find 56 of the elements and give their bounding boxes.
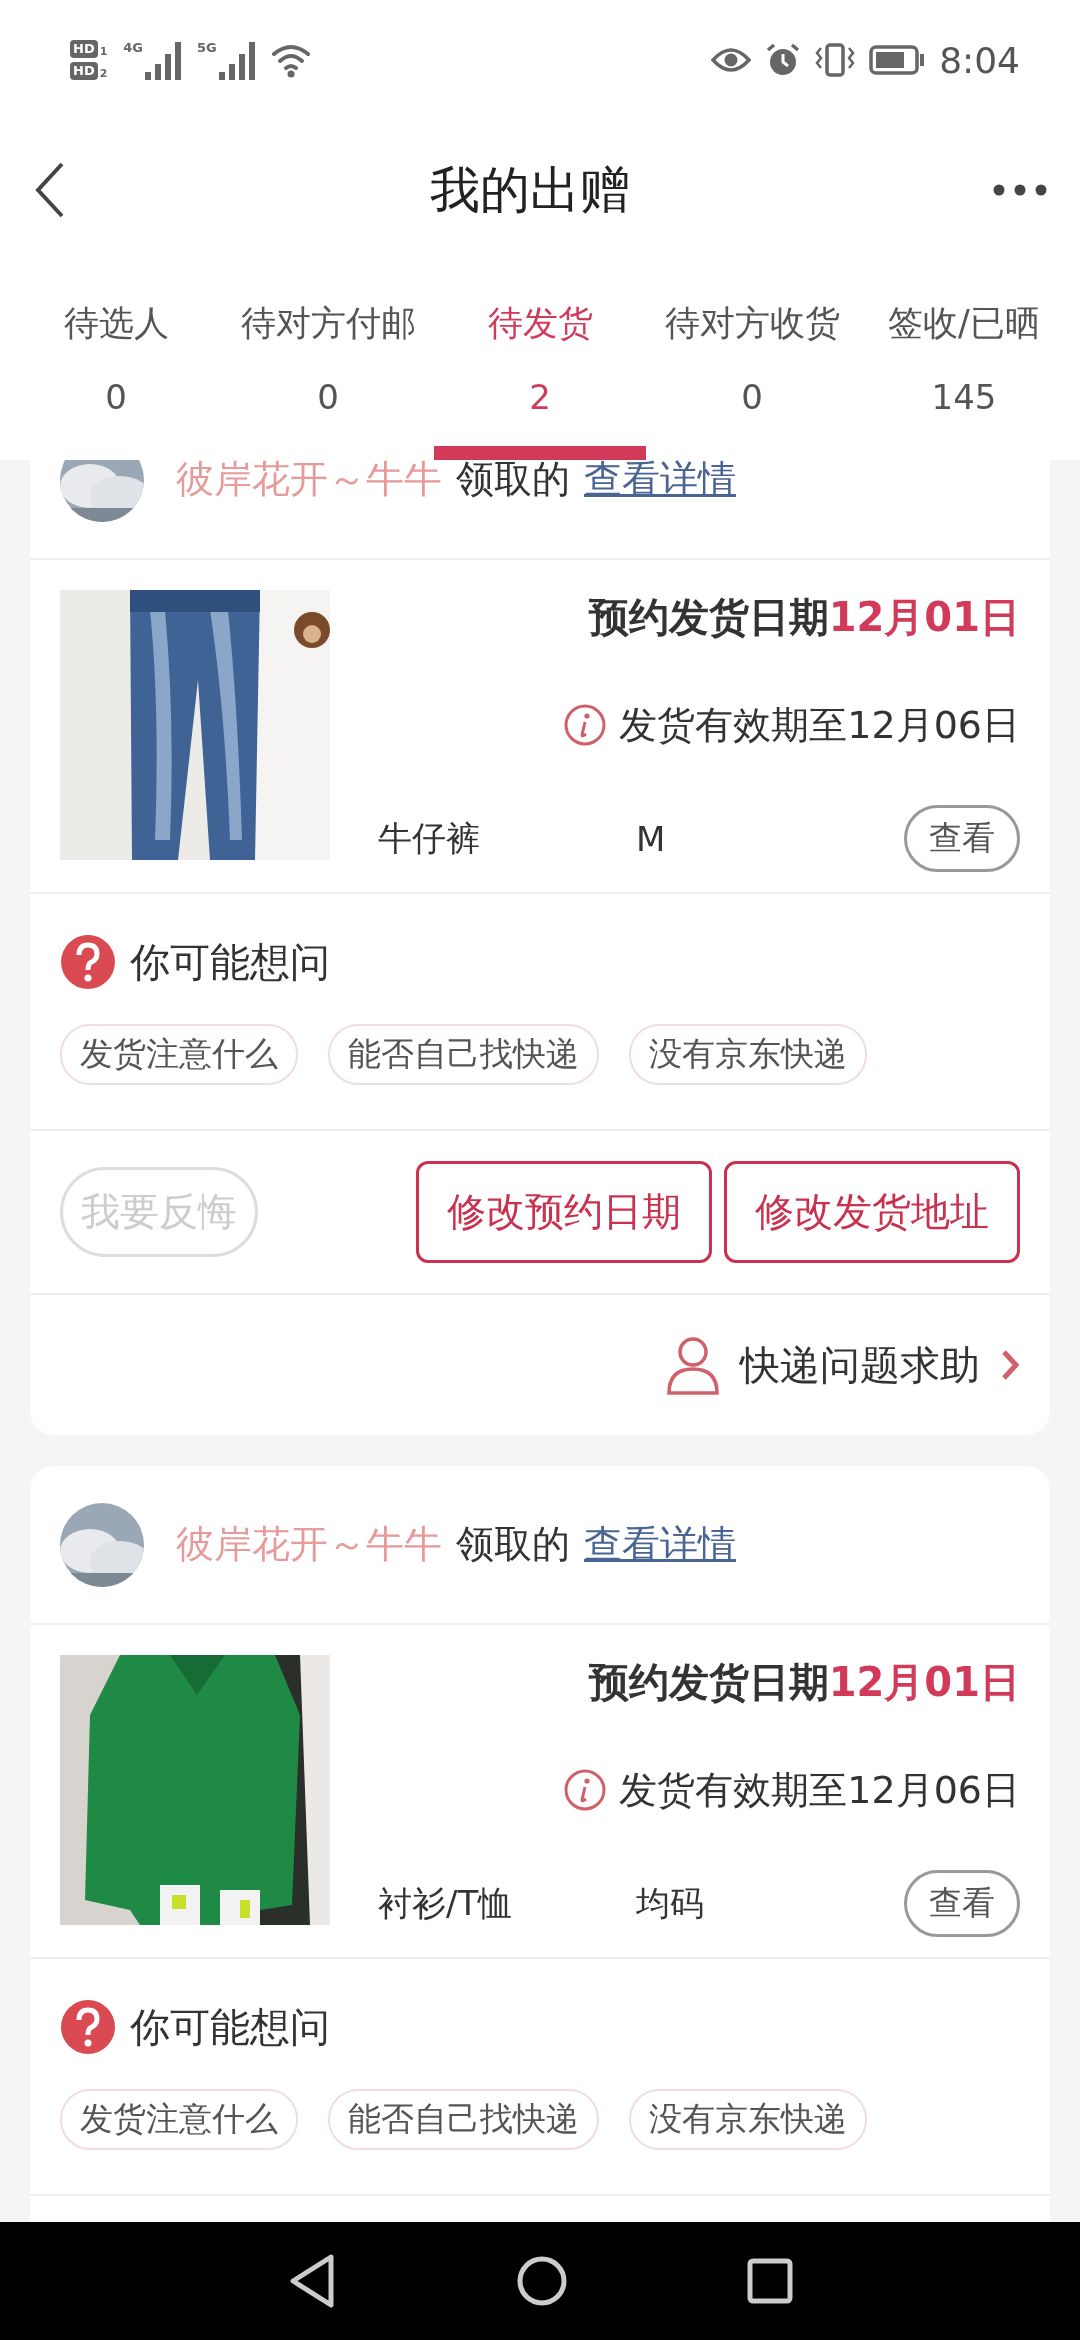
- eye-icon: [711, 46, 752, 74]
- back-nav-icon[interactable]: [287, 2253, 337, 2309]
- claimed-label: 领取的: [456, 1521, 570, 1568]
- info-icon: [563, 703, 608, 747]
- view-button[interactable]: 查看: [904, 1870, 1020, 1937]
- home-nav-icon[interactable]: [517, 2256, 567, 2306]
- wifi-icon: [270, 42, 311, 78]
- status-tab[interactable]: 待对方付邮 0: [222, 260, 434, 460]
- item-size: 均码: [636, 1881, 705, 1925]
- avatar-icon: [60, 460, 144, 522]
- question-chip[interactable]: 发货注意什么: [60, 1024, 298, 1085]
- item-size: M: [636, 818, 667, 859]
- sim-slot: 1: [99, 45, 108, 58]
- sim-slot: 2: [99, 67, 108, 80]
- status-tab[interactable]: 签收/已晒 145: [858, 260, 1070, 460]
- vibrate-icon: [815, 42, 856, 78]
- network-label: 4G: [123, 40, 144, 55]
- alarm-icon: [765, 42, 802, 78]
- hd-badge: HD: [70, 40, 98, 58]
- page-title: 我的出赠: [430, 159, 630, 221]
- question-chip[interactable]: 没有京东快递: [629, 2089, 867, 2150]
- details-link[interactable]: 查看详情: [584, 1519, 736, 1570]
- recents-nav-icon[interactable]: [747, 2258, 793, 2304]
- view-button[interactable]: 查看: [904, 805, 1020, 872]
- status-tab[interactable]: 待发货 2: [434, 260, 646, 460]
- info-icon: [563, 1768, 608, 1812]
- action-button[interactable]: 修改发货地址: [724, 1161, 1020, 1263]
- item-category: 衬衫/T恤: [378, 1881, 514, 1925]
- chevron-icon: [1000, 1349, 1020, 1381]
- question-icon: [60, 934, 116, 990]
- receiver-name: 彼岸花开～牛牛: [176, 460, 442, 503]
- help-link[interactable]: 快递问题求助: [666, 1335, 1020, 1395]
- schedule-date: 预约发货日期12月01日: [588, 593, 1020, 642]
- claimed-label: 领取的: [456, 460, 570, 503]
- faq-heading: 你可能想问: [130, 937, 330, 987]
- battery-icon: [869, 45, 926, 75]
- item-category: 牛仔裤: [378, 816, 481, 860]
- question-chip[interactable]: 能否自己找快递: [328, 1024, 599, 1085]
- status-tab[interactable]: 待对方收货 0: [646, 260, 858, 460]
- action-button[interactable]: 修改预约日期: [416, 1161, 712, 1263]
- status-tab[interactable]: 待选人 0: [10, 260, 222, 460]
- deadline-text: 发货有效期至12月06日: [619, 1766, 1020, 1814]
- question-chip[interactable]: 能否自己找快递: [328, 2089, 599, 2150]
- details-link[interactable]: 查看详情: [584, 460, 736, 505]
- clock-time: 8:04: [939, 39, 1020, 81]
- schedule-date: 预约发货日期12月01日: [588, 1658, 1020, 1707]
- more-icon[interactable]: [992, 182, 1048, 198]
- person-icon: [666, 1335, 720, 1395]
- question-chip[interactable]: 没有京东快递: [629, 1024, 867, 1085]
- question-icon: [60, 1999, 116, 2055]
- faq-heading: 你可能想问: [130, 2002, 330, 2052]
- deadline-text: 发货有效期至12月06日: [619, 701, 1020, 749]
- receiver-name: 彼岸花开～牛牛: [176, 1521, 442, 1568]
- hd-badge: HD: [70, 62, 98, 80]
- question-chip[interactable]: 发货注意什么: [60, 2089, 298, 2150]
- network-label: 5G: [197, 40, 217, 55]
